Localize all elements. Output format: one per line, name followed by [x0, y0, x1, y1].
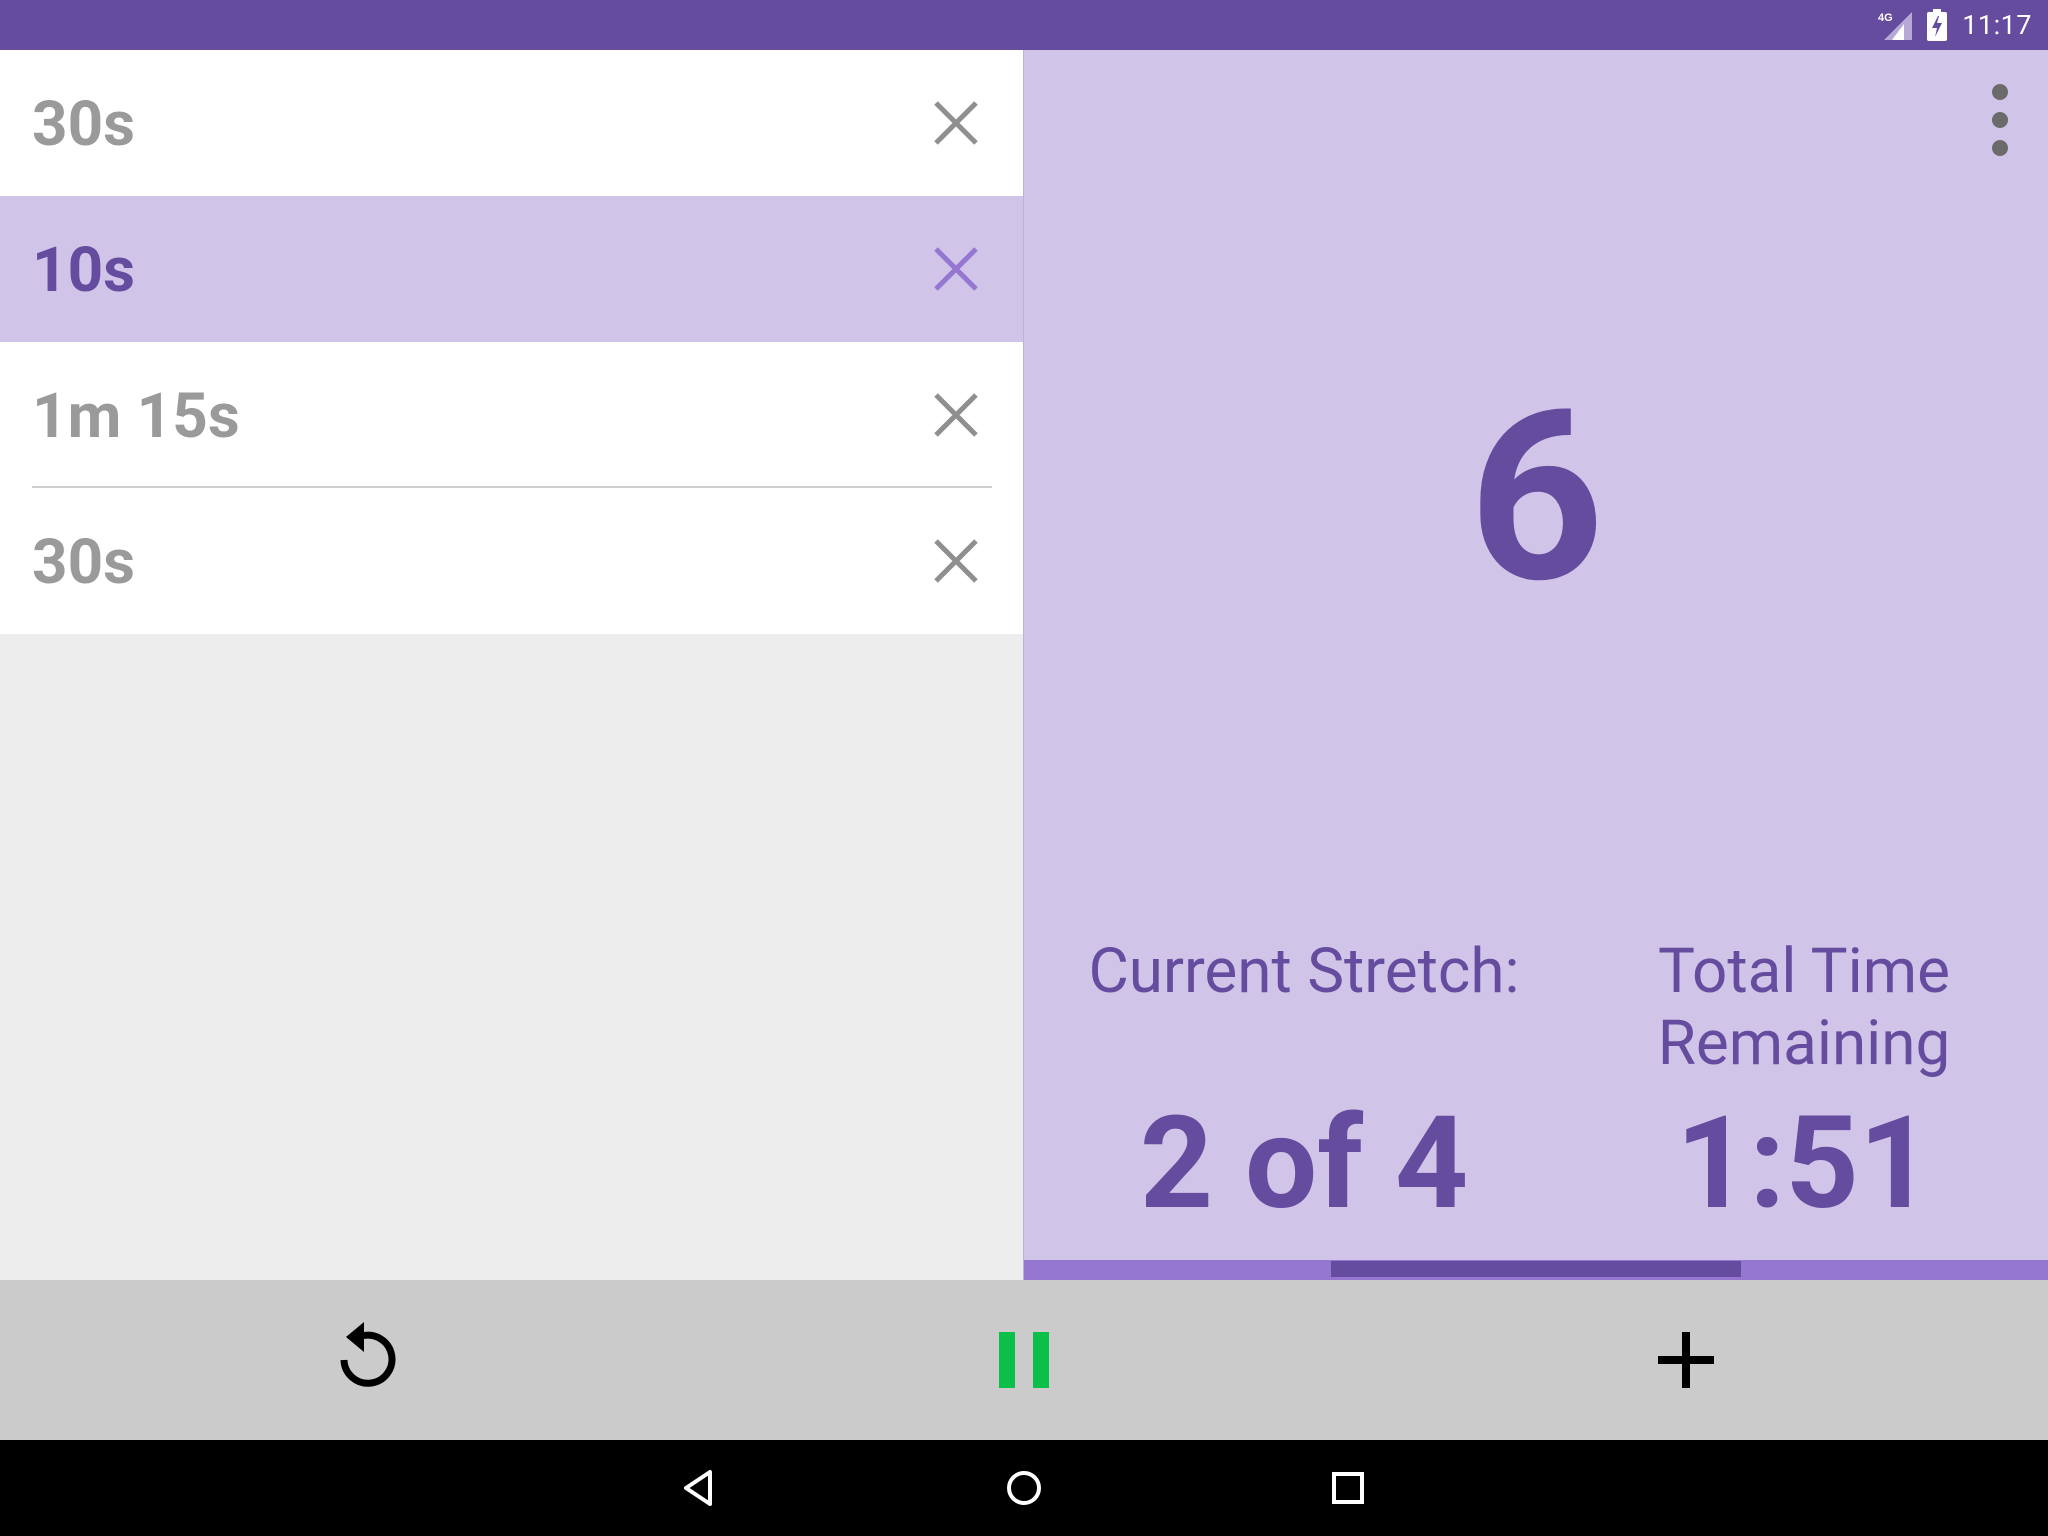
progress-bar [1331, 1261, 1741, 1277]
status-bar: 4G 11:17 [0, 0, 2048, 50]
close-icon[interactable] [928, 533, 984, 589]
restart-icon[interactable] [322, 1320, 402, 1400]
total-time-value: 1:51 [1675, 1089, 1933, 1239]
list-item[interactable]: 1m 15s [0, 342, 1023, 488]
close-icon[interactable] [928, 241, 984, 297]
clock: 11:17 [1962, 9, 2032, 41]
current-stretch-label: Current Stretch: [1088, 935, 1520, 1008]
home-icon[interactable] [1000, 1464, 1048, 1512]
stretch-duration: 10s [32, 234, 135, 307]
stretch-duration: 30s [32, 88, 135, 161]
network-type-label: 4G [1878, 12, 1893, 24]
back-icon[interactable] [676, 1464, 724, 1512]
list-item[interactable]: 30s [0, 50, 1023, 196]
list-item[interactable]: 30s [0, 488, 1023, 634]
navigation-bar [0, 1440, 2048, 1536]
control-bar [0, 1280, 2048, 1440]
battery-charging-icon [1926, 9, 1948, 41]
pause-icon[interactable] [984, 1320, 1064, 1400]
add-icon[interactable] [1646, 1320, 1726, 1400]
stretch-duration: 30s [32, 526, 135, 599]
stretch-list-panel: 30s 10s 1m 15s 30s [0, 50, 1023, 1280]
countdown-seconds: 6 [1468, 359, 1605, 636]
signal-icon: 4G [1878, 10, 1913, 40]
list-item-selected[interactable]: 10s [0, 196, 1023, 342]
more-vert-icon[interactable] [1980, 80, 2020, 160]
stretch-duration: 1m 15s [32, 380, 240, 453]
recents-icon[interactable] [1324, 1464, 1372, 1512]
current-stretch-value: 2 of 4 [1139, 1089, 1469, 1239]
timer-panel: 6 Current Stretch: Total Time Remaining … [1023, 50, 2048, 1280]
total-time-label: Total Time Remaining [1657, 935, 1951, 1080]
status-icons: 4G 11:17 [1878, 0, 2032, 50]
close-icon[interactable] [928, 387, 984, 443]
close-icon[interactable] [928, 95, 984, 151]
